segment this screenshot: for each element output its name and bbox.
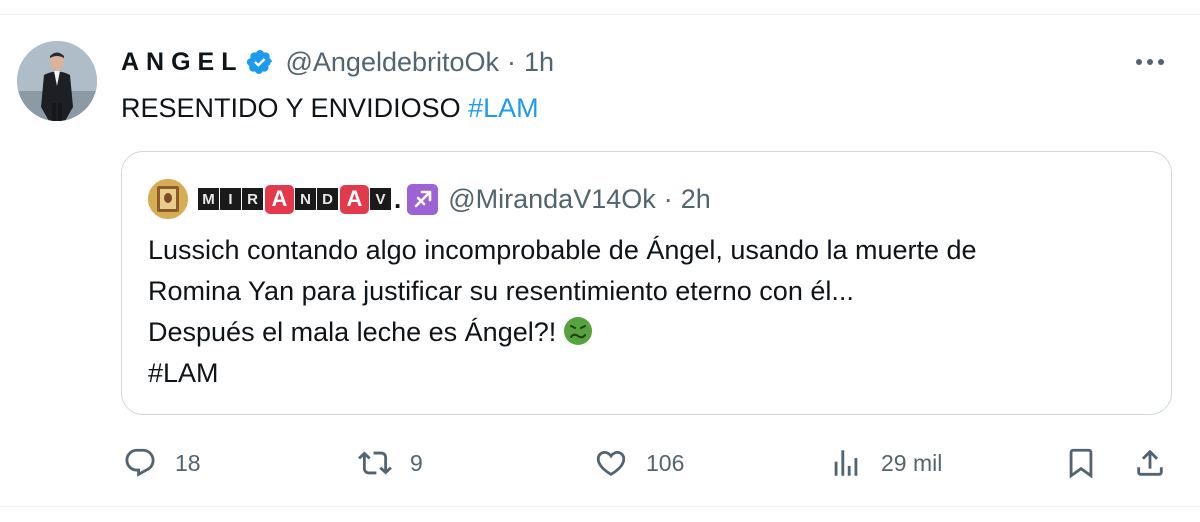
quoted-tweet-card[interactable]: MIRANDAV. @MirandaV14Ok · 2h Lussich con… [121, 151, 1172, 415]
quoted-text-line: #LAM [148, 358, 219, 388]
bookmark-icon [1069, 448, 1093, 479]
quoted-author-handle[interactable]: @MirandaV14Ok [448, 184, 656, 215]
tweet-body: RESENTIDO Y ENVIDIOSO [121, 93, 469, 123]
quoted-text-line: Después el mala leche es Ángel?! [148, 317, 557, 347]
more-icon[interactable] [1128, 46, 1172, 78]
nauseated-face-emoji [562, 315, 594, 347]
quoted-display-name[interactable]: MIRANDAV. [198, 184, 401, 214]
bottom-divider [0, 506, 1200, 507]
tweet-header: ANGEL @AngeldebritoOk · 1h [121, 43, 554, 81]
quoted-name-letter: M [198, 188, 219, 210]
quoted-text-line: Romina Yan para justificar su resentimie… [148, 276, 854, 306]
quoted-name-letter: R [242, 188, 263, 210]
retweet-icon [358, 451, 392, 475]
quoted-name-letter: D [317, 188, 338, 210]
quoted-name-letter: V [370, 188, 391, 210]
like-icon [596, 450, 626, 476]
like-button[interactable]: 106 [594, 443, 684, 483]
quoted-text-line: Lussich contando algo incomprobable de Á… [148, 235, 977, 265]
separator-dot: · [663, 183, 673, 214]
share-icon [1137, 449, 1163, 476]
quoted-name-letter: . [394, 183, 402, 214]
quoted-name-letter: I [220, 188, 241, 210]
tweet-time[interactable]: 1h [524, 47, 554, 78]
avatar-image [17, 41, 97, 121]
quoted-author-avatar[interactable] [148, 179, 188, 219]
views-button[interactable]: 29 mil [829, 443, 942, 483]
top-divider [0, 14, 1200, 15]
author-avatar[interactable] [17, 41, 97, 121]
quoted-tweet-time[interactable]: 2h [681, 184, 711, 215]
display-name[interactable]: ANGEL [121, 48, 244, 77]
views-icon [834, 450, 858, 476]
quoted-text-line-with-emoji: Después el mala leche es Ángel?! [148, 312, 1148, 353]
quoted-name-letter: A [340, 184, 369, 214]
quoted-name-letter: A [265, 184, 294, 214]
quoted-tweet-header: MIRANDAV. @MirandaV14Ok · 2h [148, 179, 711, 219]
retweet-button[interactable]: 9 [358, 443, 423, 483]
reply-icon [125, 448, 155, 477]
views-count: 29 mil [881, 449, 943, 476]
sagittarius-icon [407, 183, 439, 215]
tweet-text: RESENTIDO Y ENVIDIOSO #LAM [121, 89, 539, 127]
author-handle[interactable]: @AngeldebritoOk [286, 47, 500, 78]
bookmark-button[interactable] [1064, 443, 1098, 483]
reply-button[interactable]: 18 [123, 443, 201, 483]
quoted-name-letter: N [295, 188, 316, 210]
retweet-count: 9 [410, 449, 423, 476]
separator-dot: · [507, 46, 517, 77]
verified-badge-icon [246, 48, 274, 76]
reply-count: 18 [175, 449, 201, 476]
hashtag-link[interactable]: #LAM [468, 93, 539, 123]
like-count: 106 [646, 449, 685, 476]
share-button[interactable] [1133, 443, 1167, 483]
quoted-tweet-text: Lussich contando algo incomprobable de Á… [148, 230, 1148, 394]
